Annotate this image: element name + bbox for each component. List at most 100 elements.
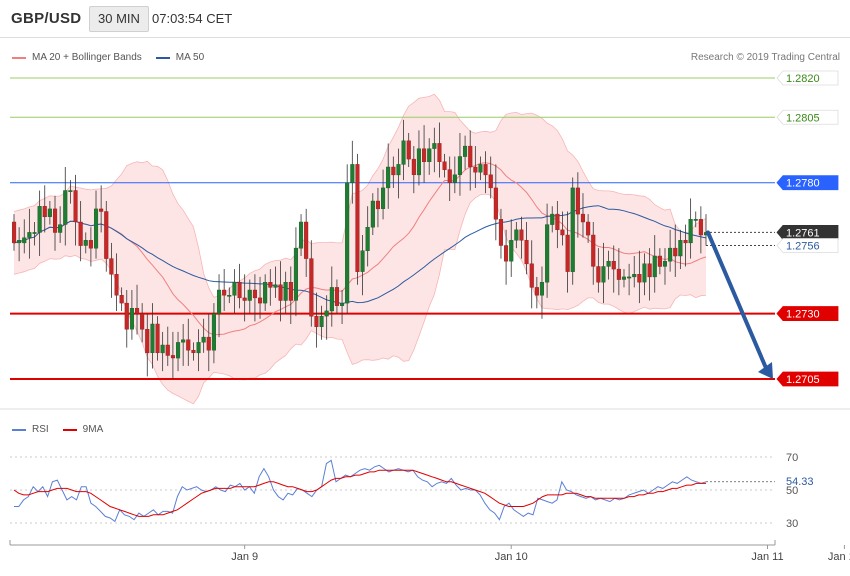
candle-body <box>545 224 550 283</box>
candle-body <box>606 261 611 267</box>
candle-body <box>355 164 360 272</box>
candle-body <box>678 240 683 257</box>
candle-body <box>83 240 88 246</box>
candle-body <box>427 148 432 162</box>
candle-body <box>145 329 150 354</box>
candle-body <box>293 247 299 301</box>
candle-body <box>155 323 160 353</box>
candle-body <box>191 350 196 354</box>
rsi-series-9MA <box>13 469 706 517</box>
candle-body <box>539 282 544 296</box>
candle-body <box>550 213 555 225</box>
chart-canvas: 1.2820 1.2805 1.2780 1.2761 1.2756 1.2730 1.27… <box>0 70 850 563</box>
candle-body <box>227 295 232 297</box>
rsi-tick-70: 70 <box>786 452 798 464</box>
candle-body <box>201 336 206 343</box>
time-tick-label: Jan 10 <box>495 551 528 563</box>
candle-body <box>258 297 263 304</box>
candle-body <box>627 276 632 279</box>
candle-body <box>345 182 350 304</box>
candle-body <box>386 166 391 189</box>
rsi-panel: 30507054.33 <box>10 452 814 530</box>
candle-body <box>432 143 437 149</box>
candle-body <box>288 282 293 301</box>
candle-body <box>483 164 488 176</box>
candle-body <box>381 187 386 209</box>
candle-body <box>365 226 370 251</box>
time-tick-label: Jan 11 <box>751 551 783 563</box>
candle-body <box>299 221 304 249</box>
candle-body <box>596 266 601 283</box>
candle-body <box>637 274 642 283</box>
candle-body <box>457 156 463 175</box>
candle-body <box>186 339 191 351</box>
candle-body <box>698 219 703 236</box>
candle-body <box>632 274 637 278</box>
candle-body <box>329 287 334 312</box>
candle-body <box>247 289 252 301</box>
candle-body <box>370 200 375 228</box>
candle-body <box>47 208 52 217</box>
candle-body <box>216 289 222 314</box>
candle-body <box>237 282 242 299</box>
candle-body <box>586 221 591 236</box>
candle-body <box>334 287 340 306</box>
candle-body <box>447 169 452 183</box>
candle-body <box>647 263 652 278</box>
bollinger-bands <box>13 93 707 405</box>
candle-body <box>170 355 176 359</box>
candle-body <box>442 161 447 170</box>
candle-body <box>78 221 83 246</box>
candle-body <box>283 282 288 301</box>
candle-body <box>196 342 201 354</box>
candle-body <box>22 237 27 244</box>
candle-body <box>657 255 662 267</box>
rsi-tick-30: 30 <box>786 518 798 530</box>
candle-body <box>58 224 63 233</box>
level-value-1.2780: 1.2780 <box>786 178 820 190</box>
candle-body <box>391 166 396 176</box>
candle-body <box>134 308 140 314</box>
candle-body <box>652 255 657 278</box>
candle-body <box>478 164 483 173</box>
candle-body <box>99 208 104 212</box>
candle-body <box>498 219 504 246</box>
candle-body <box>242 297 247 301</box>
candle-body <box>273 284 278 288</box>
candle-body <box>534 287 539 296</box>
candle-body <box>263 282 268 304</box>
level-labels: 1.2820 1.2805 1.2780 1.2761 1.2756 1.2730 1.27… <box>776 70 839 387</box>
candle-body <box>575 187 580 215</box>
candle-body <box>181 339 186 343</box>
candle-body <box>17 240 22 244</box>
candle-body <box>509 240 514 262</box>
candle-body <box>304 221 309 259</box>
candle-body <box>452 174 457 183</box>
level-value-1.2705: 1.2705 <box>786 374 820 386</box>
candle-body <box>488 174 493 189</box>
candle-body <box>319 316 324 327</box>
candle-body <box>129 308 135 330</box>
candle-body <box>468 145 473 168</box>
candle-body <box>109 258 114 275</box>
candle-body <box>688 219 693 244</box>
candle-body <box>570 187 575 272</box>
candle-body <box>114 274 119 296</box>
candle-body <box>124 302 129 330</box>
candle-body <box>411 158 416 176</box>
candle-body <box>406 140 411 160</box>
candle-body <box>416 148 422 176</box>
candle-body <box>514 229 519 241</box>
candle-body <box>673 247 678 257</box>
candle-body <box>37 206 42 233</box>
candle-body <box>580 213 585 223</box>
candle-body <box>340 302 345 306</box>
candle-body <box>642 263 647 283</box>
candle-body <box>463 145 468 157</box>
candle-body <box>32 232 37 234</box>
candle-body <box>591 234 596 267</box>
candle-body <box>119 295 124 304</box>
candle-body <box>104 211 109 259</box>
rsi-series-RSI <box>14 459 707 523</box>
candle-body <box>73 190 78 223</box>
